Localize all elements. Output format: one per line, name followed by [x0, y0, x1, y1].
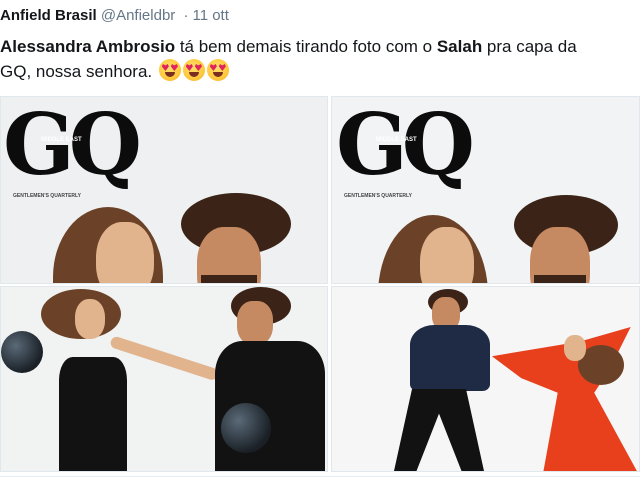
man-beard: [201, 275, 257, 283]
tweet-photo-1[interactable]: GQ MIDDLE EAST GENTLEMEN'S QUARTERLY: [0, 96, 328, 284]
woman-face: [420, 227, 474, 283]
woman-face: [75, 299, 105, 339]
cover-subline: GENTLEMEN'S QUARTERLY: [13, 193, 81, 199]
woman-face: [564, 335, 586, 361]
mention-salah: Salah: [436, 37, 483, 56]
text-segment: pra capa da: [482, 37, 577, 56]
man-face: [237, 301, 273, 345]
heart-eyes-emoji-icon: [206, 59, 229, 81]
woman-face: [96, 222, 154, 283]
cover-tag: MIDDLE EAST: [41, 137, 82, 143]
author-handle[interactable]: @Anfieldbr: [101, 7, 175, 24]
man-sweater: [410, 325, 490, 391]
tweet-photo-2[interactable]: GQ MIDDLE EAST GENTLEMEN'S QUARTERLY: [331, 96, 640, 284]
woman-dress: [59, 357, 127, 471]
tweet-photo-4[interactable]: [331, 286, 640, 472]
author-name[interactable]: Anfield Brasil: [0, 7, 97, 24]
text-segment: tá bem demais tirando foto com o: [175, 37, 437, 56]
gq-logo: GQ: [3, 96, 142, 194]
mention-ambrosio: Alessandra Ambrosio: [0, 37, 176, 56]
heart-eyes-emoji-icon: [182, 59, 205, 81]
tweet-text: Alessandra Ambrosio tá bem demais tirand…: [0, 34, 640, 84]
disco-ball: [1, 331, 43, 373]
tweet-header: Anfield Brasil @Anfieldbr · 11 ott: [0, 7, 640, 29]
cover-tag: MIDDLE EAST: [376, 137, 417, 143]
tweet-date[interactable]: 11 ott: [192, 7, 228, 24]
heart-eyes-emoji-icon: [158, 59, 181, 81]
man-beard: [534, 275, 586, 283]
disco-ball: [221, 403, 271, 453]
man-trousers: [394, 389, 484, 471]
cover-subline: GENTLEMEN'S QUARTERLY: [344, 193, 412, 199]
gq-logo: GQ: [336, 96, 475, 194]
tweet-photo-3[interactable]: [0, 286, 328, 472]
separator-dot: ·: [183, 7, 189, 24]
text-segment: GQ, nossa senhora.: [0, 62, 157, 81]
tweet-divider: [0, 476, 640, 477]
